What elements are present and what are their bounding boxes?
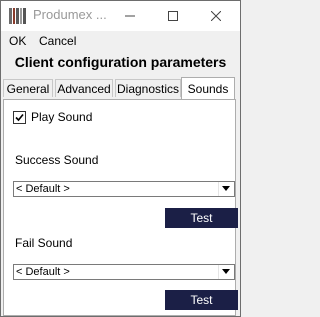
play-sound-checkbox[interactable] — [13, 111, 26, 124]
fail-sound-value: < Default > — [16, 266, 70, 278]
success-sound-value: < Default > — [16, 183, 70, 195]
tab-general[interactable]: General — [3, 79, 53, 97]
close-icon — [211, 11, 221, 21]
page-title: Client configuration parameters — [14, 54, 227, 70]
dropdown-arrow-icon[interactable] — [218, 182, 234, 196]
test-fail-button[interactable]: Test — [165, 290, 238, 310]
menu-bar: OK Cancel — [1, 32, 240, 52]
play-sound-label: Play Sound — [31, 110, 93, 124]
fail-sound-select[interactable]: < Default > — [13, 264, 235, 280]
tab-sounds[interactable]: Sounds — [181, 77, 235, 99]
tab-diagnostics[interactable]: Diagnostics — [115, 79, 181, 97]
test-success-button[interactable]: Test — [165, 208, 238, 228]
app-icon — [9, 8, 27, 24]
minimize-icon — [125, 15, 135, 17]
fail-sound-label: Fail Sound — [15, 236, 73, 250]
client-config-window: Produmex ... OK Cancel Client configurat… — [0, 0, 241, 317]
success-sound-select[interactable]: < Default > — [13, 181, 235, 197]
dropdown-arrow-icon[interactable] — [218, 265, 234, 279]
maximize-icon — [168, 11, 178, 21]
minimize-button[interactable] — [111, 1, 149, 31]
success-sound-label: Success Sound — [15, 153, 99, 167]
checkmark-icon — [15, 113, 24, 122]
tab-advanced[interactable]: Advanced — [55, 79, 113, 97]
menu-ok[interactable]: OK — [9, 34, 26, 48]
window-title: Produmex ... — [33, 7, 107, 22]
maximize-button[interactable] — [154, 1, 192, 31]
menu-cancel[interactable]: Cancel — [39, 34, 76, 48]
title-bar[interactable]: Produmex ... — [1, 1, 240, 31]
close-button[interactable] — [197, 1, 235, 31]
